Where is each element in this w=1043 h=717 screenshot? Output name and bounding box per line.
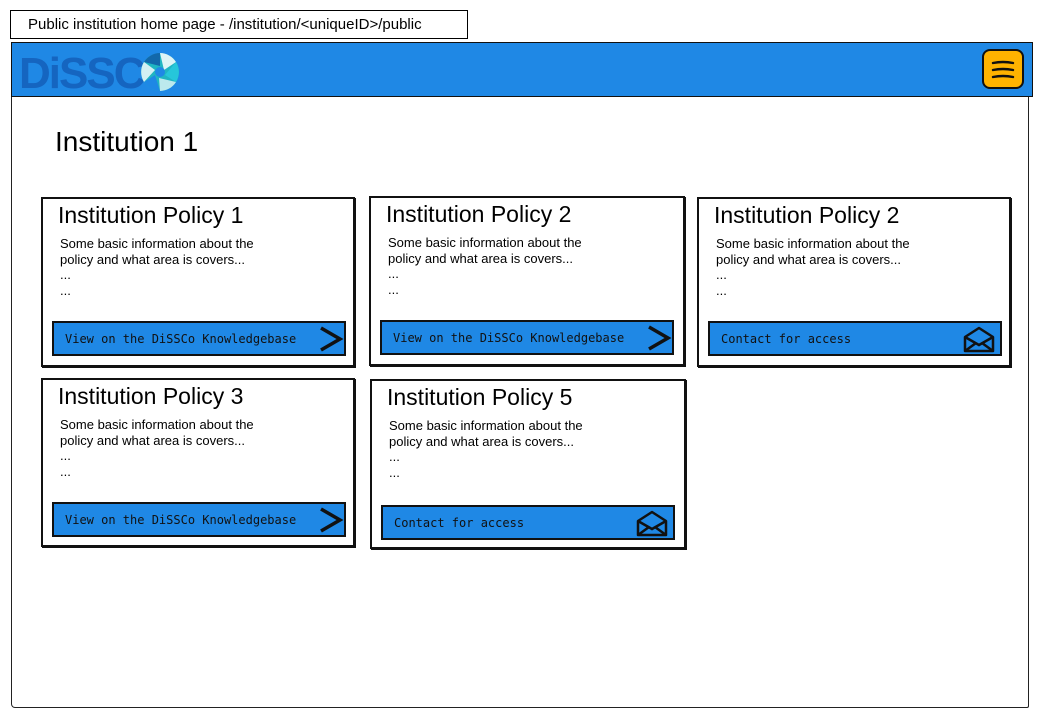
top-navigation-bar: DiSSCo: [11, 42, 1033, 97]
policy-card-description: Some basic information about the policy …: [389, 418, 583, 480]
envelope-icon: [636, 510, 668, 537]
page-caption: Public institution home page - /institut…: [10, 10, 468, 39]
button-label: View on the DiSSCo Knowledgebase: [393, 331, 625, 345]
disscoo-logo[interactable]: DiSSCo: [17, 46, 187, 94]
view-knowledgebase-button[interactable]: View on the DiSSCo Knowledgebase: [380, 320, 674, 355]
policy-card-title: Institution Policy 5: [387, 384, 573, 410]
button-label: View on the DiSSCo Knowledgebase: [65, 332, 297, 346]
policy-card-description: Some basic information about the policy …: [60, 417, 254, 479]
chevron-right-icon: [648, 325, 672, 351]
chevron-right-icon: [320, 326, 344, 352]
button-label: View on the DiSSCo Knowledgebase: [65, 513, 297, 527]
policy-card-description: Some basic information about the policy …: [716, 236, 910, 298]
aperture-icon: [141, 53, 179, 91]
button-label: Contact for access: [394, 516, 525, 530]
view-knowledgebase-button[interactable]: View on the DiSSCo Knowledgebase: [52, 502, 346, 537]
hamburger-menu-icon: [991, 60, 1015, 79]
policy-card-title: Institution Policy 2: [386, 201, 572, 227]
policy-card-description: Some basic information about the policy …: [60, 236, 254, 298]
view-knowledgebase-button[interactable]: View on the DiSSCo Knowledgebase: [52, 321, 346, 356]
policy-card-description: Some basic information about the policy …: [388, 235, 582, 297]
page-title: Institution 1: [55, 126, 199, 157]
chevron-right-icon: [320, 507, 344, 533]
policy-card: Institution Policy 3 Some basic informat…: [41, 378, 355, 547]
policy-card: Institution Policy 2 Some basic informat…: [697, 197, 1011, 367]
policy-card-title: Institution Policy 3: [58, 383, 244, 409]
button-label: Contact for access: [721, 332, 852, 346]
policy-card: Institution Policy 1 Some basic informat…: [41, 197, 355, 367]
contact-for-access-button[interactable]: Contact for access: [708, 321, 1002, 356]
envelope-icon: [963, 326, 995, 353]
policy-card: Institution Policy 5 Some basic informat…: [370, 379, 686, 549]
policy-card-title: Institution Policy 2: [714, 202, 900, 228]
contact-for-access-button[interactable]: Contact for access: [381, 505, 675, 540]
policy-card: Institution Policy 2 Some basic informat…: [369, 196, 685, 366]
policy-card-title: Institution Policy 1: [58, 202, 244, 228]
menu-button[interactable]: [982, 49, 1024, 89]
